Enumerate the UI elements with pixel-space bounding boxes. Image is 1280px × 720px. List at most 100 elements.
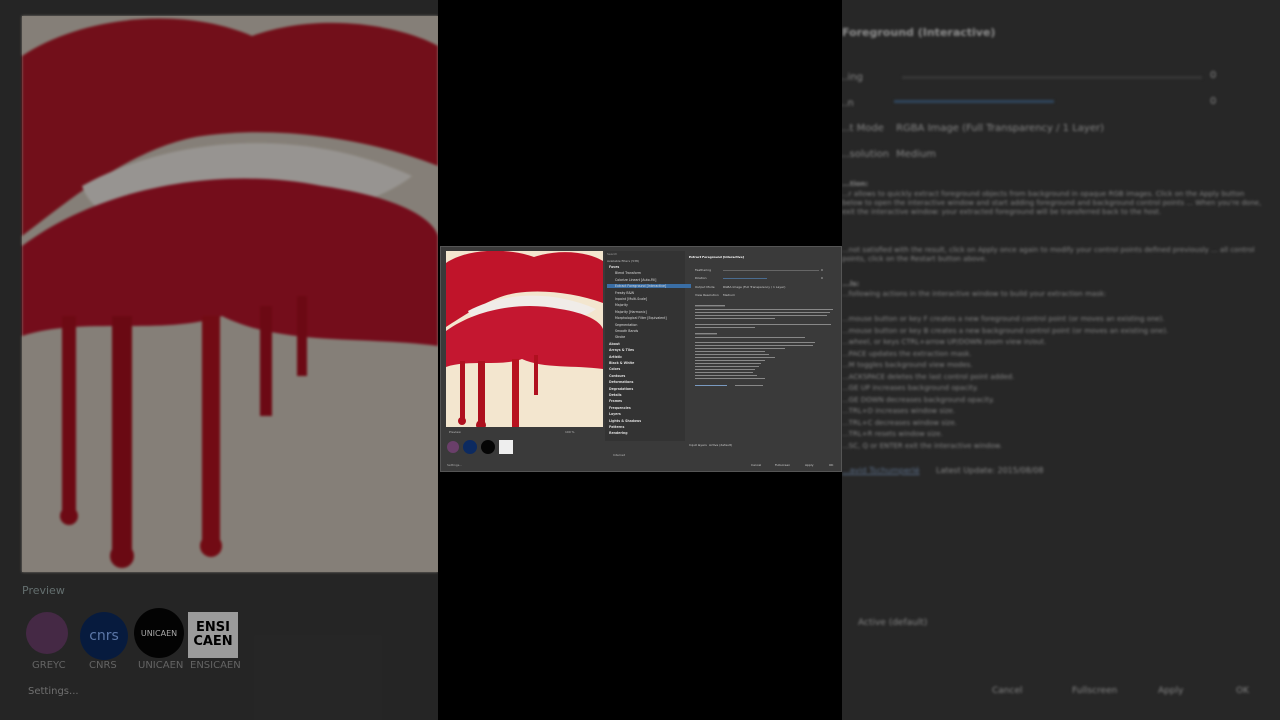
filter-tree-item[interactable]: About — [607, 342, 620, 346]
fullscreen-button[interactable]: Fullscreen — [775, 463, 790, 467]
filter-tree-item[interactable]: Inpaint [Multi-Scale] — [607, 297, 647, 301]
filter-tree-item[interactable]: Colors — [607, 367, 620, 371]
feathering-slider[interactable] — [723, 270, 819, 271]
background-left-panel: Preview cnrs UNICAEN ENSI CAEN GREYC CNR… — [0, 0, 438, 720]
cnrs-label: CNRS — [89, 660, 117, 671]
filter-description — [695, 305, 835, 397]
background-control-item: ...M toggles background view modes. — [842, 361, 973, 369]
background-param-label-1: ...ing — [842, 72, 863, 83]
param-value-dilation[interactable]: 0 — [821, 276, 823, 280]
background-control-item: ...wheel, or keys CTRL+arrow UP/DOWN zoo… — [842, 338, 1047, 346]
preview-label: Preview — [449, 430, 461, 434]
output-mode-select[interactable]: RGBA Image (Full Transparency / 1 Layer) — [723, 285, 785, 289]
greyc-logo — [26, 612, 68, 654]
filter-tree-item[interactable]: Degradations — [607, 387, 633, 391]
dilation-slider[interactable] — [723, 278, 767, 279]
filter-tree-item[interactable]: Freaky B&W — [607, 291, 634, 295]
filter-count-label: Available filters (538) — [607, 259, 640, 263]
background-settings-link[interactable]: Settings... — [28, 686, 79, 697]
unicaen-logo: UNICAEN — [134, 608, 184, 658]
filter-tree-item[interactable]: Frequencies — [607, 406, 631, 410]
filter-tree-item[interactable]: Details — [607, 393, 622, 397]
background-author-link[interactable]: ...avid Tschumperlé — [842, 466, 920, 475]
ensicaen-label: ENSICAEN — [190, 660, 241, 671]
filter-tree-item[interactable]: Black & White — [607, 361, 634, 365]
cnrs-logo-small — [463, 440, 477, 454]
filter-tree-item[interactable]: Faves — [607, 265, 619, 269]
internet-label[interactable]: Internet — [613, 453, 625, 457]
filter-tree-item[interactable]: Artistic — [607, 355, 622, 359]
filter-tree-item[interactable]: Majority [Harmonic] — [607, 310, 647, 314]
background-control-item: ...ACKSPACE deletes the last control poi… — [842, 372, 1015, 381]
background-output-mode-label: ...t Mode — [842, 123, 884, 134]
view-resolution-select[interactable]: Medium — [723, 293, 735, 297]
filter-tree-item[interactable]: Colorize Lineart [Auto-Fill] — [607, 278, 656, 282]
view-resolution-label: View Resolution — [695, 293, 719, 297]
filter-search-input[interactable]: Search — [607, 252, 617, 256]
filter-tree-item[interactable]: Segmentation — [607, 323, 637, 327]
background-latest-update: Latest Update: 2015/08/08 — [936, 466, 1044, 475]
filter-tree-item[interactable]: Stroke — [607, 335, 625, 339]
background-output-mode-value: RGBA Image (Full Transparency / 1 Layer) — [896, 123, 1105, 134]
settings-link[interactable]: Settings... — [447, 463, 462, 467]
background-control-item: ...mouse button or key F creates a new f… — [842, 315, 1165, 323]
filter-tree-panel: Search Available filters (538) Faves Blen… — [605, 251, 691, 441]
input-layers-select[interactable]: Active (default) — [709, 443, 732, 447]
filter-title: Extract Foreground [Interactive] — [689, 255, 745, 259]
background-control-item: ...TRL+C decreases window size. — [842, 418, 958, 427]
background-control-item: ...GE DOWN decreases background opacity. — [842, 395, 995, 404]
background-param-value-2: 0 — [1210, 96, 1217, 107]
background-controls-list: ...mouse button or key F creates a new f… — [842, 314, 1262, 452]
background-controls-intro: ...following actions in the interactive … — [842, 290, 1107, 298]
param-label-feathering: Feathering — [695, 268, 712, 272]
background-control-item: ...SC, Q or ENTER exit the interactive w… — [842, 441, 1002, 450]
background-ok-button[interactable]: OK — [1236, 686, 1249, 696]
filter-tree-item[interactable]: Deformations — [607, 380, 633, 384]
filter-tree-item[interactable]: Majority — [607, 303, 628, 307]
unicaen-label: UNICAEN — [138, 660, 184, 671]
unicaen-logo-small — [481, 440, 495, 454]
ok-button[interactable]: OK — [829, 463, 833, 467]
filter-tree-item[interactable]: Lights & Shadows — [607, 419, 641, 423]
preview-canvas[interactable] — [446, 251, 603, 427]
background-description-text: ...r allows to quickly extract foregroun… — [842, 190, 1262, 216]
filter-tree-item[interactable]: Layers — [607, 412, 621, 416]
background-control-item: ...TRL+D increases window size. — [842, 407, 956, 415]
background-preview-label: Preview — [22, 584, 65, 597]
background-resolution-label: ...solution — [842, 149, 890, 160]
filter-tree: Faves Blend Transform Colorize Lineart [Au… — [607, 265, 691, 441]
background-param-value-1: 0 — [1210, 70, 1217, 81]
greyc-label: GREYC — [32, 660, 66, 671]
filter-tree-item[interactable]: Arrays & Tiles — [607, 348, 634, 352]
description-text-lines — [695, 305, 833, 386]
background-control-item: ...mouse button or key B creates a new b… — [842, 326, 1169, 335]
filter-tree-item[interactable]: Rendering — [607, 431, 628, 435]
background-slider-1 — [902, 76, 1202, 79]
greyc-logo-small — [447, 441, 459, 453]
filter-tree-item[interactable]: Frames — [607, 399, 622, 403]
ensicaen-logo: ENSI CAEN — [188, 612, 238, 658]
background-input-layers-value[interactable]: Active (default) — [858, 618, 927, 628]
background-control-item: ...GE UP increases background opacity. — [842, 384, 979, 392]
filter-tree-item[interactable]: Morphological Filter [Equivalent] — [607, 316, 667, 320]
background-resolution-value: Medium — [896, 149, 936, 160]
input-layers-label: Input layers — [689, 443, 707, 447]
filter-tree-item[interactable]: Blend Transform — [607, 271, 641, 275]
background-filter-title: Foreground (Interactive) — [842, 26, 996, 39]
filter-tree-item[interactable]: Extract Foreground [Interactive] — [607, 284, 691, 289]
background-fullscreen-button[interactable]: Fullscreen — [1072, 686, 1117, 696]
background-cancel-button[interactable]: Cancel — [992, 686, 1023, 696]
cnrs-logo: cnrs — [80, 612, 128, 660]
background-apply-button[interactable]: Apply — [1158, 686, 1183, 696]
output-mode-label: Output Mode — [695, 285, 715, 289]
lips-image — [446, 251, 603, 427]
filter-tree-item[interactable]: Patterns — [607, 425, 624, 429]
background-note-text: ...not satisfied with the result, click … — [842, 246, 1255, 263]
filter-tree-item[interactable]: Smooth Bands — [607, 329, 638, 333]
param-label-dilation: Dilation — [695, 276, 707, 280]
zoom-value[interactable]: 100 % — [565, 430, 575, 434]
filter-tree-item[interactable]: Contours — [607, 374, 625, 378]
apply-button[interactable]: Apply — [805, 463, 813, 467]
cancel-button[interactable]: Cancel — [751, 463, 761, 467]
param-value-feathering[interactable]: 0 — [821, 268, 823, 272]
